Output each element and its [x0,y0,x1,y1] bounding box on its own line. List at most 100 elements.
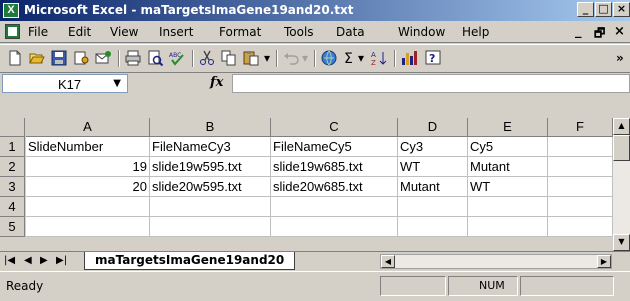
column-header[interactable]: B [150,118,271,137]
standard-toolbar: ABC ▾ ▾ Σ ▾ AZ ? » [0,44,630,71]
scroll-right-icon[interactable]: ▶ [597,255,611,268]
help-icon[interactable]: ? [424,49,444,68]
workbook-icon[interactable] [5,24,20,39]
scroll-up-icon[interactable]: ▲ [613,118,630,135]
column-header[interactable]: A [26,118,150,137]
status-ready: Ready [6,279,44,293]
menu-window[interactable]: Window [398,25,445,39]
cell[interactable] [468,197,548,217]
spelling-icon[interactable]: ABC [168,49,188,68]
scroll-left-icon[interactable]: ◀ [381,255,395,268]
sheet-tab-active[interactable]: maTargetsImaGene19and20 [84,252,296,270]
doc-close-button[interactable]: × [614,24,625,39]
menu-help[interactable]: Help [462,25,489,39]
column-header[interactable]: E [468,118,548,137]
row-header[interactable]: 4 [0,197,25,217]
column-header[interactable]: C [271,118,398,137]
cell[interactable]: 19 [26,157,150,177]
paste-dropdown-icon[interactable]: ▾ [264,51,270,65]
autosum-dropdown-icon[interactable]: ▾ [358,51,364,65]
chart-wizard-icon[interactable] [400,49,420,68]
toolbar-overflow-icon[interactable]: » [616,51,624,65]
hyperlink-icon[interactable] [320,49,340,68]
row-header[interactable]: 5 [0,217,25,237]
row-header[interactable]: 3 [0,177,25,197]
autosum-icon[interactable]: Σ [344,51,353,67]
cell[interactable]: FileNameCy5 [271,137,398,157]
doc-minimize-button[interactable]: _ [575,24,582,39]
menu-format[interactable]: Format [219,25,261,39]
name-box-dropdown-icon[interactable]: ▼ [113,78,121,89]
menu-insert[interactable]: Insert [159,25,193,39]
cell[interactable] [548,217,613,237]
cell[interactable]: slide19w685.txt [271,157,398,177]
cell[interactable]: FileNameCy3 [150,137,271,157]
cell[interactable]: 20 [26,177,150,197]
cell[interactable]: Mutant [398,177,468,197]
first-sheet-icon[interactable]: |◀ [4,255,15,266]
next-sheet-icon[interactable]: ▶ [40,255,48,266]
cell[interactable] [548,177,613,197]
cell[interactable] [548,157,613,177]
menu-edit[interactable]: Edit [68,25,91,39]
save-icon[interactable] [50,49,70,68]
minimize-button[interactable]: _ [577,2,594,17]
cell[interactable]: Mutant [468,157,548,177]
cell[interactable]: WT [398,157,468,177]
print-preview-icon[interactable] [146,49,166,68]
undo-dropdown-icon[interactable]: ▾ [302,51,308,65]
cell[interactable] [468,217,548,237]
vertical-scroll-thumb[interactable] [613,135,630,161]
status-num-panel: NUM [448,276,518,296]
status-panel [380,276,446,296]
cut-icon[interactable] [198,49,218,68]
last-sheet-icon[interactable]: ▶| [56,255,67,266]
name-box[interactable]: K17 ▼ [2,74,128,93]
cell[interactable]: Cy5 [468,137,548,157]
row-header[interactable]: 1 [0,137,25,157]
cell[interactable] [271,217,398,237]
menu-view[interactable]: View [110,25,138,39]
horizontal-scrollbar[interactable]: ◀ ▶ [380,254,612,269]
maximize-button[interactable]: □ [595,2,612,17]
vertical-scrollbar[interactable]: ▲ ▼ [613,118,630,251]
column-header[interactable]: D [398,118,468,137]
insert-function-icon[interactable]: fx [210,75,223,90]
new-icon[interactable] [6,49,26,68]
cell[interactable]: WT [468,177,548,197]
print-icon[interactable] [124,49,144,68]
cell[interactable] [398,197,468,217]
cell[interactable] [271,197,398,217]
cell[interactable]: slide19w595.txt [150,157,271,177]
formula-input[interactable] [232,74,630,93]
column-header[interactable]: F [548,118,613,137]
excel-app-icon[interactable]: X [3,3,19,18]
open-icon[interactable] [28,49,48,68]
cell[interactable] [26,217,150,237]
menu-data[interactable]: Data [336,25,365,39]
cell[interactable] [26,197,150,217]
cell[interactable] [548,137,613,157]
cell[interactable]: slide20w685.txt [271,177,398,197]
scroll-down-icon[interactable]: ▼ [613,234,630,251]
cell[interactable] [398,217,468,237]
select-all-corner[interactable] [0,118,25,137]
email-icon[interactable] [94,49,114,68]
sort-ascending-icon[interactable]: AZ [370,49,390,68]
copy-icon[interactable] [220,49,240,68]
prev-sheet-icon[interactable]: ◀ [24,255,32,266]
cell[interactable] [150,217,271,237]
cell[interactable] [548,197,613,217]
menu-tools[interactable]: Tools [284,25,314,39]
undo-icon[interactable] [282,49,302,68]
paste-icon[interactable] [242,49,262,68]
cell[interactable] [150,197,271,217]
doc-restore-button[interactable]: 🗗 [594,24,605,45]
cell[interactable]: Cy3 [398,137,468,157]
close-button[interactable]: × [613,2,630,17]
permission-icon[interactable] [72,49,92,68]
cell[interactable]: slide20w595.txt [150,177,271,197]
row-header[interactable]: 2 [0,157,25,177]
cell[interactable]: SlideNumber [26,137,150,157]
menu-file[interactable]: File [28,25,48,39]
